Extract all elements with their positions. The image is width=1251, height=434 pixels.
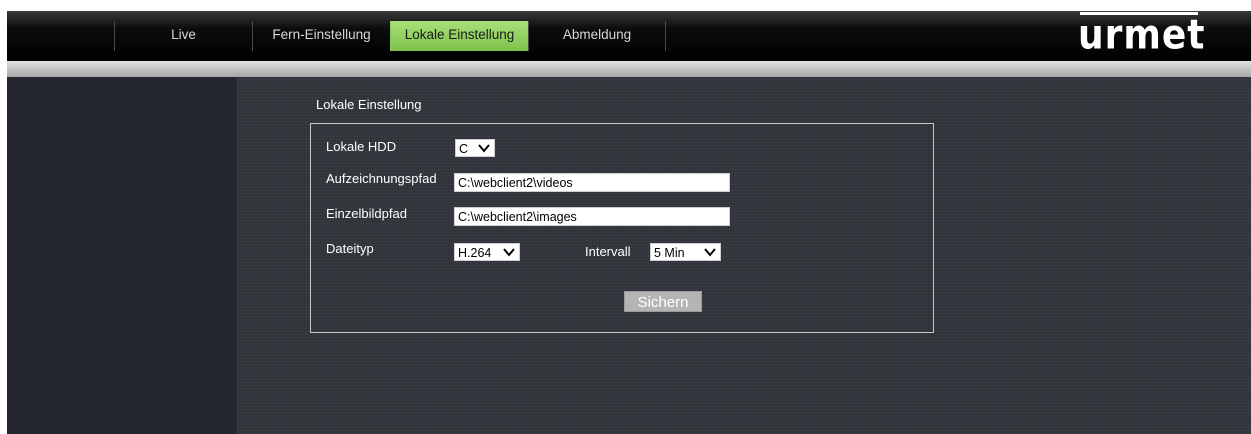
record-path-input[interactable]: C:\webclient2\videos	[454, 173, 730, 192]
record-path-label: Aufzeichnungspfad	[326, 171, 437, 186]
interval-label: Intervall	[585, 244, 631, 259]
chevron-down-icon	[478, 144, 490, 153]
file-type-select[interactable]: H.264	[454, 243, 520, 261]
file-type-value: H.264	[458, 246, 492, 260]
file-type-label: Dateityp	[326, 241, 374, 256]
brand-logo-text: urmet	[1078, 11, 1206, 60]
main-menu: Live Fern-Einstellung Lokale Einstellung…	[114, 21, 666, 51]
menu-item-logout[interactable]: Abmeldung	[528, 21, 666, 51]
snapshot-path-label: Einzelbildpfad	[326, 206, 407, 221]
top-navigation-bar: Live Fern-Einstellung Lokale Einstellung…	[7, 11, 1251, 61]
snapshot-path-input[interactable]: C:\webclient2\images	[454, 207, 730, 226]
interval-select[interactable]: 5 Min	[650, 243, 721, 261]
local-hdd-value: C	[459, 142, 469, 156]
section-title: Lokale Einstellung	[316, 97, 422, 112]
menu-item-live[interactable]: Live	[114, 21, 252, 51]
local-hdd-select[interactable]: C	[455, 139, 495, 157]
sidebar	[7, 77, 237, 434]
header-divider	[7, 61, 1251, 77]
menu-item-local-settings[interactable]: Lokale Einstellung	[390, 21, 528, 51]
local-hdd-label: Lokale HDD	[326, 139, 397, 154]
chevron-down-icon	[704, 248, 716, 257]
save-button[interactable]: Sichern	[624, 291, 702, 312]
chevron-down-icon	[503, 248, 515, 257]
interval-value: 5 Min	[654, 246, 685, 260]
menu-item-remote-settings[interactable]: Fern-Einstellung	[252, 21, 390, 51]
brand-logo: urmet	[1078, 12, 1205, 58]
settings-panel	[310, 123, 934, 333]
